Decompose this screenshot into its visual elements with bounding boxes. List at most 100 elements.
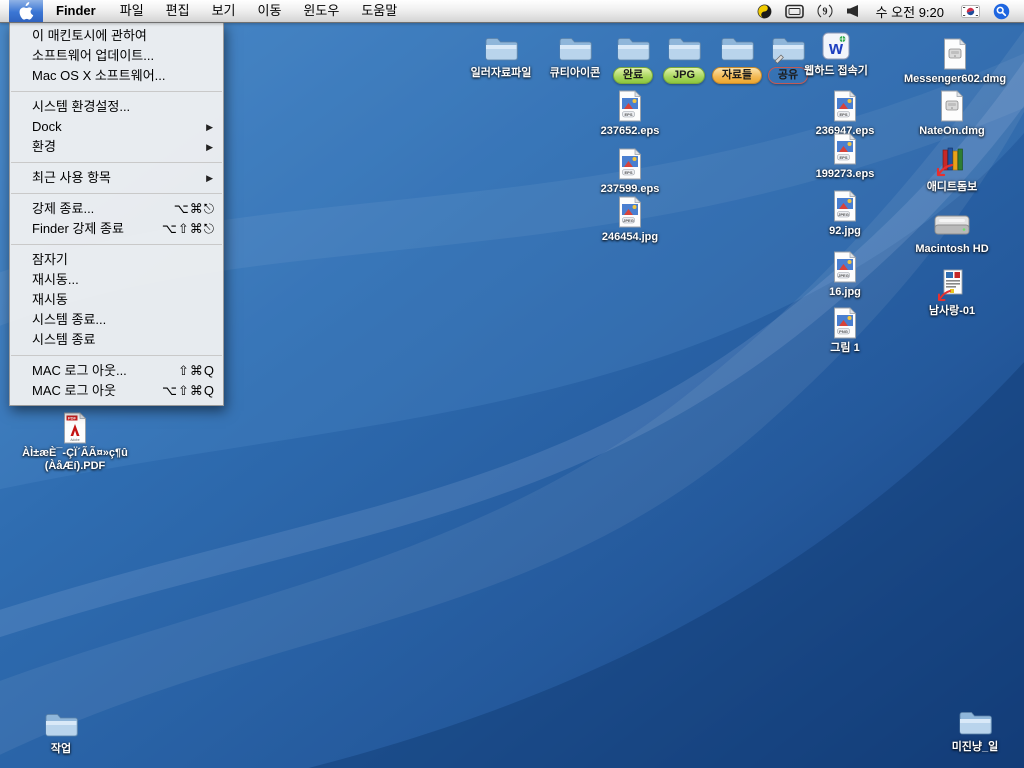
- apple-menu-item-shutdown[interactable]: 시스템 종료: [10, 330, 223, 350]
- menu-bar: Finder파일편집보기이동윈도우도움말 9 수 오전 9:20: [0, 0, 1024, 23]
- icon-label: 애디트돔보: [927, 181, 978, 194]
- icon-label: 남사랑-01: [929, 305, 975, 318]
- korean-flag-icon[interactable]: [961, 0, 980, 22]
- svg-text:EPS: EPS: [839, 155, 847, 160]
- apple-menu-item-macosx-software[interactable]: Mac OS X 소프트웨어...: [10, 66, 223, 86]
- menubar-clock[interactable]: 수 오전 9:20: [876, 2, 944, 21]
- eps-icon: EPS: [617, 146, 643, 180]
- apple-menu-item-logout-dialog[interactable]: MAC 로그 아웃...⇧⌘Q: [10, 361, 223, 381]
- menu-item-shortcut: ⌥⇧⌘⎋: [162, 219, 215, 239]
- apple-menu-item-dock[interactable]: Dock▶: [10, 117, 223, 137]
- apple-menu-item-force-quit[interactable]: 강제 종료...⌥⌘⎋: [10, 199, 223, 219]
- icon-label: NateOn.dmg: [919, 125, 984, 138]
- apple-menu-item-restart[interactable]: 재시동: [10, 290, 223, 310]
- folder-mijinnyang-il[interactable]: 미진냥_일: [920, 704, 1024, 754]
- menu-item-label: MAC 로그 아웃: [32, 381, 116, 401]
- norton-ball-icon[interactable]: [757, 0, 772, 22]
- webhard-icon: w: [820, 28, 852, 62]
- menu-item-label: 이 매킨토시에 관하여: [32, 26, 147, 46]
- alias-namsarang-01[interactable]: 남사랑-01: [897, 268, 1007, 318]
- classic-9-icon[interactable]: 9: [817, 0, 833, 22]
- menubar-menu-edit[interactable]: 편집: [155, 0, 201, 22]
- menubar-menu-help[interactable]: 도움말: [350, 0, 408, 22]
- menu-item-shortcut: ⌥⌘⎋: [174, 199, 215, 219]
- dmg-icon: [939, 88, 965, 122]
- menu-item-label: MAC 로그 아웃...: [32, 361, 127, 381]
- menubar-menu-finder[interactable]: Finder: [43, 0, 109, 22]
- eps-icon: EPS: [832, 88, 858, 122]
- menubar-menu-go[interactable]: 이동: [247, 0, 293, 22]
- menu-item-label: 최근 사용 항목: [32, 168, 111, 188]
- menubar-menu-view[interactable]: 보기: [201, 0, 247, 22]
- file-92-jpg[interactable]: JPEG 92.jpg: [790, 188, 900, 238]
- menu-item-label: 재시동: [32, 290, 68, 310]
- folder-icon: [957, 704, 993, 738]
- menubar-menus: Finder파일편집보기이동윈도우도움말: [43, 0, 408, 22]
- svg-text:EPS: EPS: [624, 170, 632, 175]
- alias-aedit-dombo[interactable]: 애디트돔보: [897, 144, 1007, 194]
- apple-menu-item-shutdown-dialog[interactable]: 시스템 종료...: [10, 310, 223, 330]
- folder-icon: [483, 30, 519, 64]
- jpeg-icon: JPEG: [832, 249, 858, 283]
- menubar-status-area: 9 수 오전 9:20: [757, 0, 1024, 22]
- apple-menu-button[interactable]: [9, 0, 43, 22]
- apple-menu-item-restart-dialog[interactable]: 재시동...: [10, 270, 223, 290]
- apple-menu-item-sleep[interactable]: 잠자기: [10, 250, 223, 270]
- svg-text:JPEG: JPEG: [838, 273, 849, 278]
- desktop[interactable]: { "menubar": { "menus": [ {"name":"finde…: [0, 0, 1024, 768]
- file-237652-eps[interactable]: EPS237652.eps: [575, 88, 685, 138]
- menu-separator: [11, 244, 222, 245]
- apple-menu-item-recent-items[interactable]: 최근 사용 항목 ▶: [10, 168, 223, 188]
- apple-menu-item-about-this-mac[interactable]: 이 매킨토시에 관하여: [10, 26, 223, 46]
- dmg-messenger602[interactable]: Messenger602.dmg: [900, 36, 1010, 86]
- file-237599-eps[interactable]: EPS237599.eps: [575, 146, 685, 196]
- icon-label: 92.jpg: [829, 225, 861, 238]
- volume-macintosh-hd[interactable]: Macintosh HD: [897, 206, 1007, 256]
- submenu-arrow-icon: ▶: [206, 137, 215, 157]
- svg-text:PDF: PDF: [68, 416, 77, 421]
- icon-label: ÀÌ±æÈ¯-ÇÏ´ÃÃ¤»ç¶û: [22, 447, 128, 460]
- menu-separator: [11, 355, 222, 356]
- icon-label: 246454.jpg: [602, 231, 658, 244]
- apple-logo-icon: [19, 2, 34, 20]
- menu-item-label: Dock: [32, 117, 62, 137]
- menu-separator: [11, 91, 222, 92]
- svg-text:JPEG: JPEG: [838, 212, 849, 217]
- icon-label: 그림 1: [830, 342, 859, 355]
- icon-label: 웹하드 접속기: [804, 65, 868, 78]
- file-garbled-pdf[interactable]: PDF AdobeÀÌ±æÈ¯-ÇÏ´ÃÃ¤»ç¶û(ÀåÆí).PDF: [20, 410, 130, 473]
- menu-item-label: Finder 강제 종료: [32, 219, 124, 239]
- apple-menu-item-software-update[interactable]: 소프트웨어 업데이트...: [10, 46, 223, 66]
- menu-separator: [11, 162, 222, 163]
- hd-icon: [933, 206, 971, 240]
- folder-work[interactable]: 작업: [6, 706, 116, 756]
- menu-item-label: 소프트웨어 업데이트...: [32, 46, 154, 66]
- app-webhard-connector[interactable]: w 웹하드 접속기: [781, 28, 891, 78]
- dmg-nateon[interactable]: NateOn.dmg: [897, 88, 1007, 138]
- apple-menu-item-system-preferences[interactable]: 시스템 환경설정...: [10, 97, 223, 117]
- menubar-menu-window[interactable]: 윈도우: [292, 0, 350, 22]
- eps-icon: EPS: [832, 131, 858, 165]
- icon-label: Messenger602.dmg: [904, 73, 1006, 86]
- apple-menu-item-logout[interactable]: MAC 로그 아웃 ⌥⇧⌘Q: [10, 381, 223, 401]
- dmg-icon: [942, 36, 968, 70]
- file-199273-eps[interactable]: EPS199273.eps: [790, 131, 900, 181]
- file-picture-1[interactable]: PNG 그림 1: [790, 305, 900, 355]
- display-icon[interactable]: [785, 0, 804, 22]
- apple-menu-item-location[interactable]: 환경▶: [10, 137, 223, 157]
- apple-menu-dropdown: 이 매킨토시에 관하여소프트웨어 업데이트...Mac OS X 소프트웨어..…: [9, 22, 224, 406]
- menu-item-label: 시스템 종료: [32, 330, 95, 350]
- volume-icon[interactable]: [846, 0, 859, 22]
- menu-item-label: Mac OS X 소프트웨어...: [32, 66, 165, 86]
- menu-item-shortcut: ⌥⇧⌘Q: [162, 381, 215, 401]
- folder-icon: [43, 706, 79, 740]
- apple-menu-item-force-quit-finder[interactable]: Finder 강제 종료 ⌥⇧⌘⎋: [10, 219, 223, 239]
- submenu-arrow-icon: ▶: [206, 168, 215, 188]
- file-246454-jpg[interactable]: JPEG246454.jpg: [575, 194, 685, 244]
- spotlight-icon[interactable]: [993, 0, 1010, 22]
- svg-text:PNG: PNG: [839, 329, 848, 334]
- menu-item-label: 시스템 환경설정...: [32, 97, 130, 117]
- menubar-menu-file[interactable]: 파일: [109, 0, 155, 22]
- pdf-icon: PDF Adobe: [62, 410, 88, 444]
- file-16-jpg[interactable]: JPEG16.jpg: [790, 249, 900, 299]
